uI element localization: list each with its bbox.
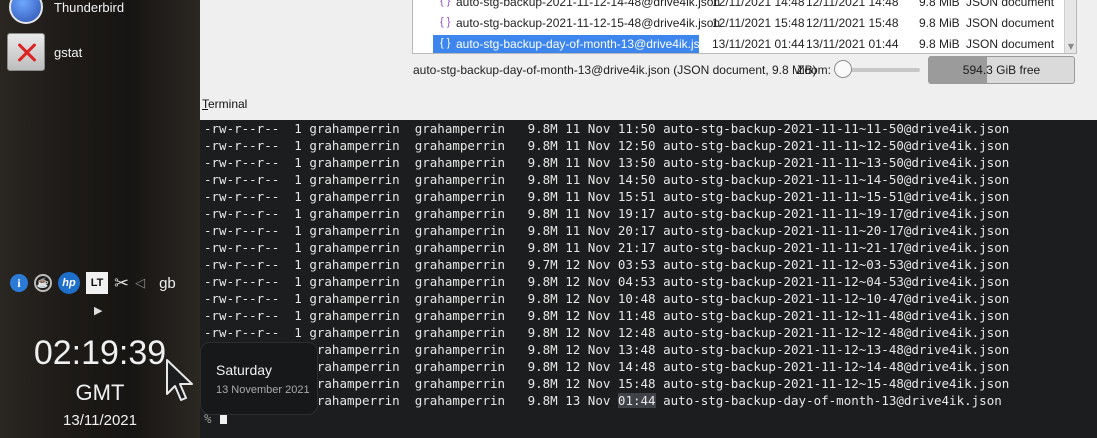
file-size: 9.8 MiB xyxy=(919,0,960,9)
zoom-slider[interactable] xyxy=(840,68,920,72)
file-manager-window: { } auto-stg-backup-2021-11-12-14-48@dri… xyxy=(200,0,1097,120)
languagetool-icon[interactable]: LT xyxy=(86,272,108,294)
system-tray: i ☕ hp LT ✂ ◁ gb xyxy=(10,272,176,294)
file-modified: 12/11/2021 15:48 xyxy=(712,16,805,30)
terminal-text: auto-stg-backup-day-of-month-13@drive4ik… xyxy=(655,393,1002,408)
scroll-down-arrow-icon[interactable]: ▼ xyxy=(1068,42,1074,51)
info-icon[interactable]: i xyxy=(10,274,28,292)
terminal-line: -rw-r--r-- 1 grahamperrin grahamperrin 9… xyxy=(204,240,1010,255)
terminal[interactable]: -rw-r--r-- 1 grahamperrin grahamperrin 9… xyxy=(200,120,1097,438)
file-accessed: 12/11/2021 15:48 xyxy=(806,16,899,30)
gstat-icon xyxy=(6,33,46,71)
java-icon[interactable]: ☕ xyxy=(34,274,52,292)
file-row-selected[interactable]: { } auto-stg-backup-day-of-month-13@driv… xyxy=(413,34,1066,53)
file-list[interactable]: { } auto-stg-backup-2021-11-12-14-48@dri… xyxy=(412,0,1077,54)
file-row[interactable]: { } auto-stg-backup-2021-11-12-15-48@dri… xyxy=(413,13,1066,34)
chevron-right-icon[interactable]: ▶ xyxy=(94,304,102,317)
clock-date: 13/11/2021 xyxy=(63,412,137,429)
file-name: auto-stg-backup-2021-11-12-14-48@drive4i… xyxy=(456,0,721,9)
file-type: JSON document xyxy=(966,16,1055,30)
file-modified: 12/11/2021 14:48 xyxy=(712,0,805,9)
file-modified: 13/11/2021 01:44 xyxy=(712,37,805,51)
terminal-line: -rw-r--r-- 1 grahamperrin grahamperrin 9… xyxy=(204,138,1010,153)
zoom-slider-handle[interactable] xyxy=(834,60,852,78)
keyboard-layout-indicator[interactable]: gb xyxy=(159,272,176,294)
scissors-icon[interactable]: ✂ xyxy=(114,272,129,294)
speaker-icon[interactable]: ◁ xyxy=(135,272,145,294)
file-type: JSON document xyxy=(966,0,1055,9)
terminal-line: -rw-r--r-- 1 grahamperrin grahamperrin 9… xyxy=(204,359,1010,374)
file-accessed: 12/11/2021 14:48 xyxy=(806,0,899,9)
terminal-line: -rw-r--r-- 1 grahamperrin grahamperrin 9… xyxy=(204,172,1010,187)
terminal-line: -rw-r--r-- 1 grahamperrin grahamperrin 9… xyxy=(204,155,1010,170)
status-bar-text: auto-stg-backup-day-of-month-13@drive4ik… xyxy=(413,63,817,77)
terminal-panel-tab[interactable]: Terminal xyxy=(202,97,247,111)
file-name: auto-stg-backup-2021-11-12-15-48@drive4i… xyxy=(456,16,721,30)
zoom-label: Zoom: xyxy=(797,63,832,77)
launcher-gstat[interactable]: gstat xyxy=(6,33,82,71)
json-file-icon: { } xyxy=(440,0,451,7)
file-list-scrollbar[interactable]: ▼ xyxy=(1064,0,1076,53)
terminal-line: -rw-r--r-- 1 grahamperrin grahamperrin 9… xyxy=(204,223,1010,238)
terminal-line: -rw-r--r-- 1 grahamperrin grahamperrin 9… xyxy=(204,274,1010,289)
terminal-line: -rw-r--r-- 1 grahamperrin grahamperrin 9… xyxy=(204,206,1010,221)
launcher-thunderbird[interactable]: Thunderbird xyxy=(6,0,124,26)
terminal-line: -rw-r--r-- 1 grahamperrin grahamperrin 9… xyxy=(204,121,1010,136)
json-file-icon: { } xyxy=(440,37,451,49)
file-size: 9.8 MiB xyxy=(919,16,960,30)
hp-icon[interactable]: hp xyxy=(58,272,80,294)
terminal-line: -rw-r--r-- 1 grahamperrin grahamperrin 9… xyxy=(204,392,1002,409)
terminal-line: -rw-r--r-- 1 grahamperrin grahamperrin 9… xyxy=(204,189,1010,204)
file-name: auto-stg-backup-day-of-month-13@drive4ik… xyxy=(456,37,713,51)
terminal-line: -rw-r--r-- 1 grahamperrin grahamperrin 9… xyxy=(204,325,1010,340)
terminal-tab-label: erminal xyxy=(208,97,248,111)
file-accessed: 13/11/2021 01:44 xyxy=(806,37,899,51)
file-type: JSON document xyxy=(966,37,1055,51)
mouse-pointer-icon xyxy=(166,359,193,401)
terminal-line: -rw-r--r-- 1 grahamperrin grahamperrin 9… xyxy=(204,342,1010,357)
free-space-indicator: 594.3 GiB free xyxy=(928,56,1075,84)
thunderbird-icon xyxy=(6,0,46,26)
file-row[interactable]: { } auto-stg-backup-2021-11-12-14-48@dri… xyxy=(413,0,1066,13)
launcher-label: Thunderbird xyxy=(54,0,125,15)
date-tooltip: Saturday 13 November 2021 xyxy=(200,342,318,415)
terminal-line: -rw-r--r-- 1 grahamperrin grahamperrin 9… xyxy=(204,291,1010,306)
terminal-line: -rw-r--r-- 1 grahamperrin grahamperrin 9… xyxy=(204,308,1010,323)
tooltip-day: Saturday xyxy=(216,362,273,378)
tooltip-date: 13 November 2021 xyxy=(216,384,310,396)
terminal-line: -rw-r--r-- 1 grahamperrin grahamperrin 9… xyxy=(204,376,1010,391)
file-size: 9.8 MiB xyxy=(919,37,960,51)
terminal-selection: 01:44 xyxy=(617,393,656,408)
terminal-line: -rw-r--r-- 1 grahamperrin grahamperrin 9… xyxy=(204,257,1010,272)
launcher-label: gstat xyxy=(54,44,83,60)
json-file-icon: { } xyxy=(440,16,451,28)
